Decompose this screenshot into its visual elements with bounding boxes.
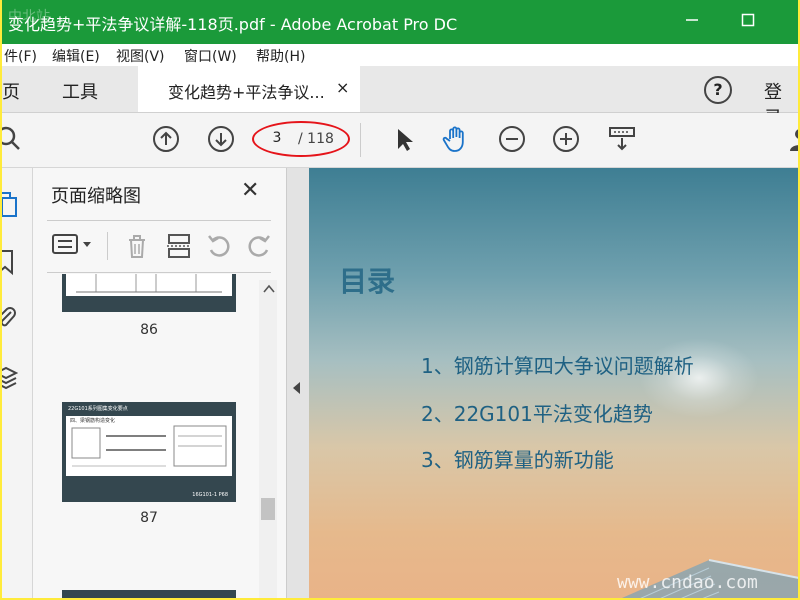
page-thumbnails-icon[interactable]: [2, 190, 18, 218]
toc-item-3: 3、钢筋算量的新功能: [421, 448, 614, 472]
close-tab-button[interactable]: ×: [336, 78, 349, 97]
minimize-icon: [686, 19, 698, 21]
toolbar-divider: [360, 123, 361, 157]
search-icon[interactable]: [2, 125, 24, 153]
main-toolbar: 3 / 118: [2, 113, 798, 168]
thumbnail-page-88[interactable]: [62, 590, 236, 598]
thumbnail-page-86-content: [66, 274, 232, 296]
thumbnail-scrollbar[interactable]: [259, 280, 277, 598]
minimize-button[interactable]: [678, 8, 706, 36]
tab-document[interactable]: 变化趋势+平法争议... ×: [138, 66, 360, 112]
menu-help[interactable]: 帮助(H): [256, 46, 305, 66]
thumbnail-87-footer: 16G101-1 P68: [192, 492, 228, 498]
collapse-panel-icon[interactable]: [293, 382, 300, 394]
panel-divider-2: [47, 272, 271, 273]
menu-bar: 件(F) 编辑(E) 视图(V) 窗口(W) 帮助(H): [2, 44, 798, 66]
zoom-in-icon[interactable]: [552, 125, 580, 153]
page-display-icon[interactable]: [608, 125, 636, 153]
tab-bar: 主页 工具 变化趋势+平法争议... × ? 登录: [2, 66, 798, 129]
thumbnail-page-87[interactable]: 22G101系列图集变化要点 四、梁钢筋构造变化 16G101-1 P68: [62, 402, 236, 502]
menu-window[interactable]: 窗口(W): [184, 46, 237, 66]
document-view: 目录 1、钢筋计算四大争议问题解析 2、22G101平法变化趋势 3、钢筋算量的…: [287, 168, 798, 598]
rotate-right-icon[interactable]: [245, 232, 273, 260]
page-navigator: 3 / 118: [252, 121, 350, 157]
thumbnail-87-drawing: [71, 425, 227, 467]
delete-page-icon[interactable]: [123, 232, 151, 260]
thumbnail-86-drawing: [76, 274, 222, 293]
rotate-left-icon[interactable]: [205, 232, 233, 260]
toc-item-1: 1、钢筋计算四大争议问题解析: [421, 354, 694, 378]
help-icon[interactable]: ?: [704, 76, 732, 104]
tab-home[interactable]: 主页: [2, 78, 20, 104]
thumbnail-tools: [47, 228, 277, 264]
thumbnail-87-subheader: 四、梁钢筋构造变化: [70, 418, 116, 424]
annotation-ring: [252, 121, 350, 157]
tools-divider: [107, 232, 108, 260]
hand-tool-icon[interactable]: [442, 125, 470, 153]
menu-edit[interactable]: 编辑(E): [52, 46, 100, 66]
thumbnail-panel: 页面缩略图 ✕ 86 22G101系列图集变化要点 四、梁钢筋构造变化 16G1…: [33, 168, 287, 598]
panel-title: 页面缩略图: [51, 186, 141, 207]
scrollbar-thumb[interactable]: [261, 498, 275, 520]
layers-icon[interactable]: [2, 364, 18, 392]
toc-item-2: 2、22G101平法变化趋势: [421, 402, 653, 426]
menu-file[interactable]: 件(F): [4, 46, 37, 66]
select-pointer-icon[interactable]: [390, 125, 418, 153]
thumbnail-label-87: 87: [140, 510, 158, 526]
scroll-up-icon[interactable]: [263, 284, 275, 294]
title-bar: 中北站 变化趋势+平法争议详解-118页.pdf - Adobe Acrobat…: [2, 0, 798, 44]
thumbnail-page-87-content: 四、梁钢筋构造变化: [66, 416, 232, 476]
attachments-icon[interactable]: [2, 304, 18, 332]
previous-page-icon[interactable]: [152, 125, 180, 153]
thumbnail-label-86: 86: [140, 322, 158, 338]
extract-page-icon[interactable]: [165, 232, 193, 260]
slide-heading: 目录: [339, 265, 396, 298]
maximize-icon: [741, 13, 755, 27]
thumbnail-page-86[interactable]: [62, 274, 236, 312]
tab-tools[interactable]: 工具: [62, 78, 98, 104]
menu-view[interactable]: 视图(V): [116, 46, 165, 66]
document-tab-label: 变化趋势+平法争议...: [168, 83, 325, 102]
options-menu-icon[interactable]: [51, 232, 95, 258]
maximize-button[interactable]: [734, 8, 762, 36]
acrobat-window: 中北站 变化趋势+平法争议详解-118页.pdf - Adobe Acrobat…: [2, 0, 798, 598]
zoom-out-icon[interactable]: [498, 125, 526, 153]
next-page-icon[interactable]: [207, 125, 235, 153]
pdf-page: 目录 1、钢筋计算四大争议问题解析 2、22G101平法变化趋势 3、钢筋算量的…: [309, 168, 798, 598]
thumbnail-list: 86 22G101系列图集变化要点 四、梁钢筋构造变化 16G101-1 P68…: [33, 274, 269, 598]
site-watermark: www.cndao.com: [617, 572, 758, 593]
bookmarks-icon[interactable]: [2, 248, 18, 276]
panel-divider: [47, 220, 271, 221]
user-icon[interactable]: [786, 125, 798, 153]
close-panel-button[interactable]: ✕: [241, 178, 259, 203]
window-title: 变化趋势+平法争议详解-118页.pdf - Adobe Acrobat Pro…: [8, 15, 458, 34]
left-navigation-rail: [2, 168, 33, 598]
thumbnail-87-header: 22G101系列图集变化要点: [68, 406, 128, 412]
